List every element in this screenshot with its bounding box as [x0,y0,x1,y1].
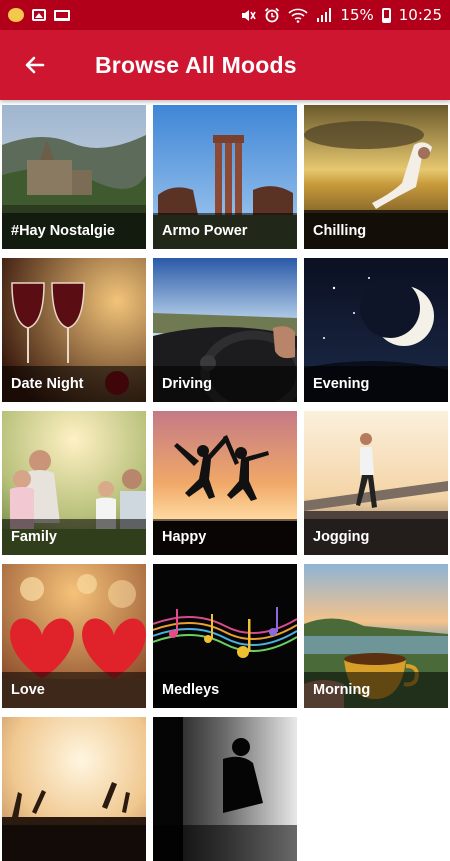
mood-label-bar: Medleys [153,672,297,708]
mood-tile-jogging[interactable]: Jogging [304,411,448,555]
arrow-left-icon [25,56,45,74]
mood-tile-driving[interactable]: Driving [153,258,297,402]
mood-tile-hay-nostalgie[interactable]: #Hay Nostalgie [2,105,146,249]
chat-bubble-icon [8,8,24,22]
mood-label-bar: Chilling [304,213,448,249]
system-status: 15% 10:25 [240,6,442,24]
mood-label: Chilling [313,223,367,239]
mood-tile-sad[interactable] [153,717,297,861]
signal-icon [317,8,332,22]
mood-label-bar: Family [2,519,146,555]
back-button[interactable] [0,30,70,100]
mood-label-bar: Date Night [2,366,146,402]
mood-label-bar: Love [2,672,146,708]
alarm-icon [265,7,280,23]
mood-label: Evening [313,376,370,392]
mood-tile-love[interactable]: Love [2,564,146,708]
mood-tile-happy[interactable]: Happy [153,411,297,555]
clock: 10:25 [398,6,442,24]
mood-label: Date Night [11,376,84,392]
mood-tile-medleys[interactable]: Medleys [153,564,297,708]
mood-label-bar: Armo Power [153,213,297,249]
mood-tile-armo-power[interactable]: Armo Power [153,105,297,249]
mood-tile-morning[interactable]: Morning [304,564,448,708]
mood-label: Medleys [162,682,220,698]
mood-label: Armo Power [162,223,248,239]
app-bar: Browse All Moods [0,30,450,100]
mood-label-bar: #Hay Nostalgie [2,213,146,249]
mood-tile-evening[interactable]: Evening [304,258,448,402]
battery-percent: 15% [340,6,374,24]
mood-label-bar: Evening [304,366,448,402]
battery-icon [381,7,391,23]
mood-label: #Hay Nostalgie [11,223,115,239]
mood-tile-chilling[interactable]: Chilling [304,105,448,249]
mood-label: Driving [162,376,212,392]
mood-tile-family[interactable]: Family [2,411,146,555]
mood-label: Jogging [313,529,370,545]
laptop-icon [54,9,70,21]
mood-grid: #Hay Nostalgie Armo Power Chilling Date … [2,105,448,861]
mood-label: Morning [313,682,371,698]
mood-label-bar: Driving [153,366,297,402]
mood-tile-party[interactable] [2,717,146,861]
status-bar: 15% 10:25 [0,0,450,30]
notification-icons [8,8,70,22]
mood-label-bar: Happy [153,519,297,555]
mood-label: Happy [162,529,207,545]
gallery-icon [32,9,46,21]
page-title: Browse All Moods [95,51,297,78]
mood-label-bar: Morning [304,672,448,708]
mood-label-bar [2,825,146,861]
mood-label: Love [11,682,45,698]
mute-icon [242,9,257,21]
mood-tile-date-night[interactable]: Date Night [2,258,146,402]
wifi-icon [288,8,308,23]
mood-label-bar: Jogging [304,519,448,555]
mood-label: Family [11,529,57,545]
mood-label-bar [153,825,297,861]
